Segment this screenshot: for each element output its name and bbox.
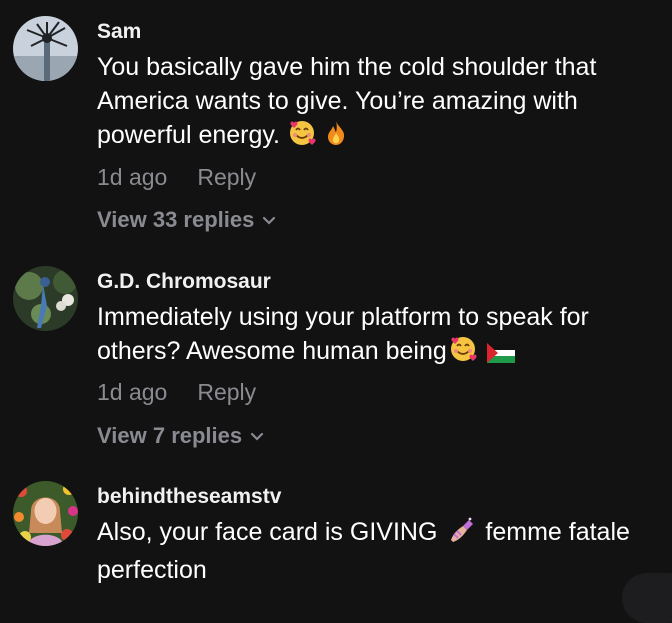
comment-timestamp: 1d ago — [97, 379, 167, 405]
comment-text: Immediately using your platform to speak… — [97, 300, 662, 372]
comment-text-content: Immediately using your platform to speak… — [97, 303, 589, 365]
comment-text: You basically gave him the cold shoulder… — [97, 50, 662, 156]
palestine-flag-icon — [487, 338, 515, 372]
comment-text: Also, your face card is GIVING femme fat… — [97, 515, 662, 587]
comment-meta: 1d ago Reply — [97, 164, 256, 191]
chevron-down-icon — [250, 422, 264, 448]
view-replies-button[interactable]: View 7 replies — [97, 422, 264, 449]
fire-icon — [324, 119, 348, 156]
chevron-down-icon — [262, 206, 276, 232]
view-replies-button[interactable]: View 33 replies — [97, 206, 276, 233]
nail-polish-icon — [447, 516, 475, 553]
floating-button-edge[interactable] — [622, 573, 672, 623]
avatar[interactable] — [13, 266, 78, 331]
comment-timestamp: 1d ago — [97, 164, 167, 190]
avatar[interactable] — [13, 481, 78, 546]
reply-button[interactable]: Reply — [197, 164, 256, 190]
username[interactable]: Sam — [97, 20, 141, 44]
view-replies-label: View 7 replies — [97, 423, 242, 448]
view-replies-label: View 33 replies — [97, 207, 254, 232]
comment-text-before: Also, your face card is GIVING — [97, 518, 437, 546]
avatar[interactable] — [13, 16, 78, 81]
reply-button[interactable]: Reply — [197, 379, 256, 405]
username[interactable]: behindtheseamstv — [97, 485, 281, 509]
smiling-face-with-hearts-icon — [288, 119, 316, 156]
username[interactable]: G.D. Chromosaur — [97, 270, 271, 294]
comment-meta: 1d ago Reply — [97, 379, 256, 406]
smiling-face-with-hearts-icon — [449, 335, 477, 372]
